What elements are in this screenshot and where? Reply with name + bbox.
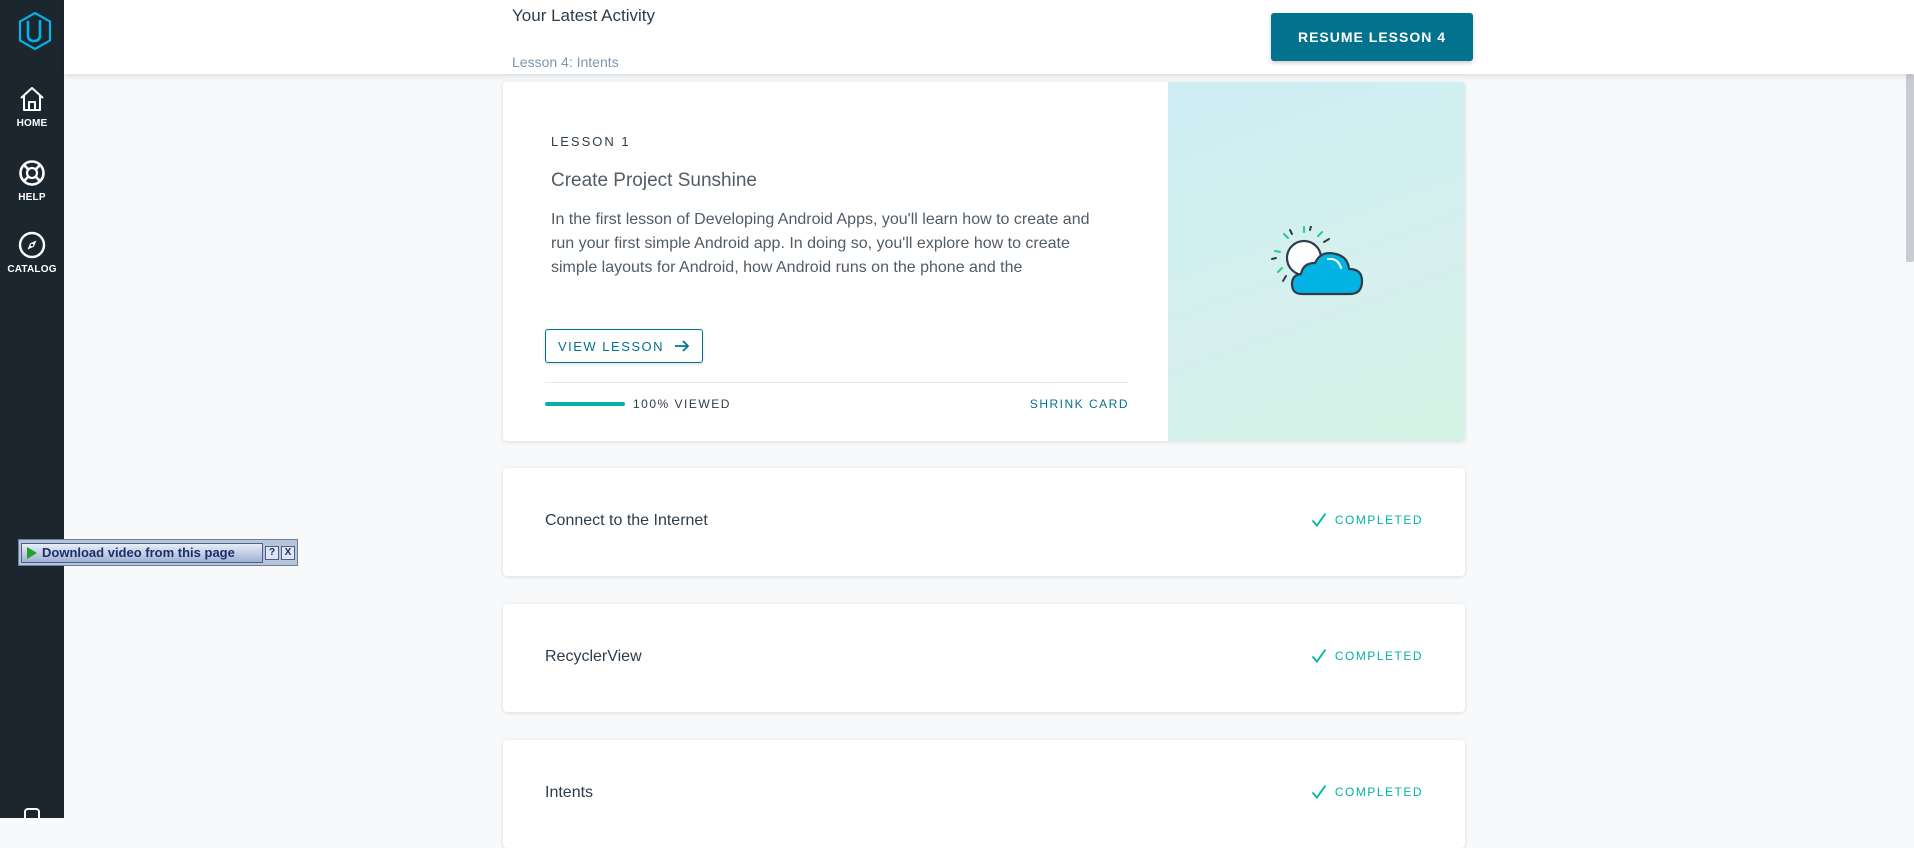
lesson-row-title: RecyclerView: [545, 648, 642, 665]
resume-lesson-button[interactable]: RESUME LESSON 4: [1271, 13, 1473, 61]
sidebar-item-home[interactable]: HOME: [0, 84, 64, 129]
sun-cloud-icon: [1271, 226, 1364, 296]
lesson-description: In the first lesson of Developing Androi…: [551, 211, 1090, 276]
home-icon: [20, 87, 44, 111]
sidebar-item-label: CATALOG: [7, 264, 57, 275]
progress-bar: [545, 402, 625, 406]
status-badge: COMPLETED: [1311, 512, 1423, 528]
status-badge: COMPLETED: [1311, 784, 1423, 800]
status-label: COMPLETED: [1334, 785, 1423, 799]
lesson-row-title: Connect to the Internet: [545, 512, 708, 529]
status-label: COMPLETED: [1334, 513, 1423, 527]
lesson-art: [1168, 82, 1465, 441]
close-button[interactable]: X: [281, 545, 295, 560]
arrow-right-icon: [675, 340, 690, 352]
checkmark-icon: [1311, 512, 1327, 527]
page-title: Your Latest Activity: [512, 6, 656, 25]
view-lesson-label: VIEW LESSON: [557, 338, 665, 354]
progress-label: 100% VIEWED: [633, 397, 731, 411]
lesson-row-title: Intents: [545, 784, 594, 801]
checkmark-icon: [1311, 648, 1327, 663]
divider: [545, 382, 1129, 383]
sidebar-item-catalog[interactable]: CATALOG: [0, 230, 64, 275]
lesson-row[interactable]: RecyclerView COMPLETED: [503, 604, 1465, 712]
header: Your Latest Activity Lesson 4: Intents R…: [64, 0, 1914, 74]
sidebar-item-label: HOME: [16, 118, 48, 129]
scrollbar[interactable]: [1906, 74, 1914, 818]
sidebar-item-help[interactable]: HELP: [0, 158, 64, 203]
download-video-toolbar: Download video from this page ? X: [18, 539, 298, 566]
shrink-card-link[interactable]: SHRINK CARD: [1029, 397, 1129, 411]
play-icon: [27, 546, 37, 559]
lesson-card: LESSON 1 Create Project Sunshine In the …: [503, 82, 1465, 441]
sidebar-item-label: HELP: [18, 192, 46, 203]
compass-icon: [18, 231, 46, 259]
checkmark-icon: [1311, 784, 1327, 799]
status-badge: COMPLETED: [1311, 648, 1423, 664]
view-lesson-button[interactable]: VIEW LESSON: [545, 329, 703, 363]
download-video-button[interactable]: Download video from this page: [21, 542, 263, 563]
udacity-logo-icon[interactable]: [18, 12, 52, 50]
lesson-number: LESSON 1: [551, 134, 631, 149]
scrollbar-thumb[interactable]: [1906, 74, 1914, 262]
sidebar: HOME HELP CATALOG: [0, 0, 64, 824]
lesson-title: Create Project Sunshine: [551, 170, 757, 191]
progress-bar-fill: [545, 402, 625, 406]
latest-lesson-link[interactable]: Lesson 4: Intents: [512, 54, 619, 70]
lifebuoy-icon: [19, 160, 45, 186]
lesson-row[interactable]: Intents COMPLETED: [503, 740, 1465, 848]
status-label: COMPLETED: [1334, 649, 1423, 663]
settings-icon[interactable]: [24, 808, 40, 824]
lesson-row[interactable]: Connect to the Internet COMPLETED: [503, 468, 1465, 576]
help-button[interactable]: ?: [265, 545, 279, 560]
download-video-label: Download video from this page: [42, 545, 235, 560]
